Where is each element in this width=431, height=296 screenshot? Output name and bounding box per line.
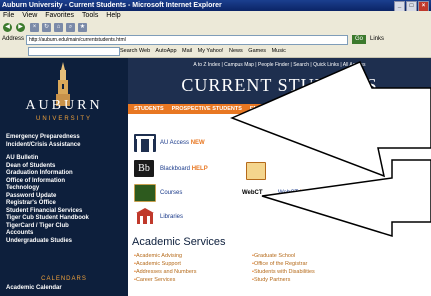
audience-tabs: STUDENTS PROSPECTIVE STUDENTS EMPLOYEES bbox=[128, 104, 431, 114]
page-title: CURRENT STUDENTS bbox=[181, 75, 378, 95]
address-input[interactable]: http://auburn.edu/main/currentstudents.h… bbox=[26, 35, 348, 45]
blackboard-link[interactable]: Blackboard HELP bbox=[160, 166, 208, 172]
sidebar-item[interactable]: Emergency Preparedness bbox=[6, 134, 124, 142]
search-icon[interactable]: ⌕ bbox=[66, 23, 75, 32]
sidebar-item[interactable]: Technology bbox=[6, 185, 124, 193]
webct-link[interactable]: WebCT HELP bbox=[278, 190, 316, 196]
back-icon[interactable]: ◀ bbox=[3, 23, 12, 32]
web-page: AUBURN UNIVERSITY Emergency Preparedness… bbox=[0, 58, 431, 296]
forward-icon[interactable]: ▶ bbox=[16, 23, 25, 32]
mail-button[interactable]: Mail bbox=[182, 48, 192, 54]
auburn-logo-text: AUBURN bbox=[25, 98, 103, 113]
sidebar-item[interactable]: Registrar's Office bbox=[6, 200, 124, 208]
stop-icon[interactable]: × bbox=[30, 23, 39, 32]
list-item[interactable]: Graduate School bbox=[252, 252, 315, 260]
libraries-link[interactable]: Libraries bbox=[160, 214, 183, 220]
music-button[interactable]: Music bbox=[272, 48, 286, 54]
sidebar-item[interactable]: TigerCard / Tiger Club bbox=[6, 223, 124, 231]
page-banner: A to Z Index | Campus Map | People Finde… bbox=[128, 58, 431, 104]
courses-link[interactable]: Courses bbox=[160, 190, 182, 196]
list-item[interactable]: Office of the Registrar bbox=[252, 260, 315, 268]
sidebar-item[interactable]: Dean of Students bbox=[6, 163, 124, 171]
menu-file[interactable]: File bbox=[0, 11, 17, 21]
sidebar-item[interactable]: Password Update bbox=[6, 193, 124, 201]
tab-employees[interactable]: EMPLOYEES bbox=[244, 104, 284, 114]
refresh-icon[interactable]: ↻ bbox=[42, 23, 51, 32]
menu-help[interactable]: Help bbox=[103, 11, 123, 21]
services-list-left: Academic Advising Academic Support Addre… bbox=[134, 252, 197, 284]
favorites-icon[interactable]: ★ bbox=[78, 23, 87, 32]
sidebar-item[interactable]: Graduation Information bbox=[6, 170, 124, 178]
sidebar-item[interactable]: AU Bulletin bbox=[6, 155, 124, 163]
sidebar-item[interactable]: Student Financial Services bbox=[6, 208, 124, 216]
au-access-icon[interactable] bbox=[134, 134, 156, 152]
sidebar-item[interactable]: Undergraduate Studies bbox=[6, 238, 124, 246]
sidebar-item[interactable]: Office of Information bbox=[6, 178, 124, 186]
address-label: Address bbox=[2, 36, 25, 42]
window-title: Auburn University - Current Students - M… bbox=[2, 2, 222, 9]
toolbar-search-input[interactable] bbox=[28, 47, 120, 56]
links-toolbar: Search Web AutoApp Mail My Yahoo! News G… bbox=[0, 45, 431, 58]
sidebar-item[interactable]: Accounts bbox=[6, 230, 124, 238]
webct-logo[interactable]: WebCT bbox=[242, 190, 263, 196]
list-item[interactable]: Career Services bbox=[134, 276, 196, 284]
menu-view[interactable]: View bbox=[19, 11, 40, 21]
services-list-right: Graduate School Office of the Registrar … bbox=[252, 252, 315, 284]
menu-favorites[interactable]: Favorites bbox=[42, 11, 77, 21]
tab-prospective-students[interactable]: PROSPECTIVE STUDENTS bbox=[166, 104, 242, 114]
home-icon[interactable]: ⌂ bbox=[54, 23, 63, 32]
sidebar-item[interactable]: Tiger Cub Student Handbook bbox=[6, 215, 124, 223]
games-button[interactable]: Games bbox=[248, 48, 266, 54]
libraries-icon[interactable] bbox=[136, 208, 154, 224]
sidebar-item[interactable]: Incident/Crisis Assistance bbox=[6, 142, 124, 150]
sidebar: AUBURN UNIVERSITY Emergency Preparedness… bbox=[0, 58, 128, 296]
calendars-heading: CALENDARS bbox=[41, 276, 87, 282]
news-button[interactable]: News bbox=[229, 48, 243, 54]
sidebar-nav: Emergency Preparedness Incident/Crisis A… bbox=[6, 134, 124, 245]
list-item[interactable]: Students with Disabilities bbox=[252, 268, 315, 276]
academic-calendar-link[interactable]: Academic Calendar bbox=[6, 285, 62, 291]
list-item[interactable]: Academic Support bbox=[134, 260, 196, 268]
tab-students[interactable]: STUDENTS bbox=[128, 104, 164, 114]
main-content: A to Z Index | Campus Map | People Finde… bbox=[128, 58, 431, 296]
links-label[interactable]: Links bbox=[370, 34, 384, 45]
list-item[interactable]: Study Partners bbox=[252, 276, 315, 284]
partial-app-icon[interactable] bbox=[246, 162, 266, 180]
list-item[interactable]: Addresses and Numbers bbox=[134, 268, 197, 276]
university-subtitle: UNIVERSITY bbox=[35, 116, 92, 122]
my-yahoo-button[interactable]: My Yahoo! bbox=[198, 48, 224, 54]
list-item[interactable]: Academic Advising bbox=[134, 252, 196, 260]
menu-tools[interactable]: Tools bbox=[79, 11, 101, 21]
utility-links[interactable]: A to Z Index | Campus Map | People Finde… bbox=[128, 62, 431, 68]
go-button[interactable]: Go bbox=[352, 35, 366, 44]
browser-toolbar: ◀ ▶ × ↻ ⌂ ⌕ ★ bbox=[0, 21, 431, 35]
window-titlebar: Auburn University - Current Students - M… bbox=[0, 0, 431, 12]
academic-services-heading: Academic Services bbox=[132, 236, 226, 248]
courses-icon[interactable] bbox=[134, 184, 156, 202]
autoapp-button[interactable]: AutoApp bbox=[155, 48, 176, 54]
search-web-button[interactable]: Search Web bbox=[120, 48, 150, 54]
blackboard-icon[interactable]: Bb bbox=[134, 160, 154, 177]
au-access-link[interactable]: AU Access NEW bbox=[160, 140, 205, 146]
